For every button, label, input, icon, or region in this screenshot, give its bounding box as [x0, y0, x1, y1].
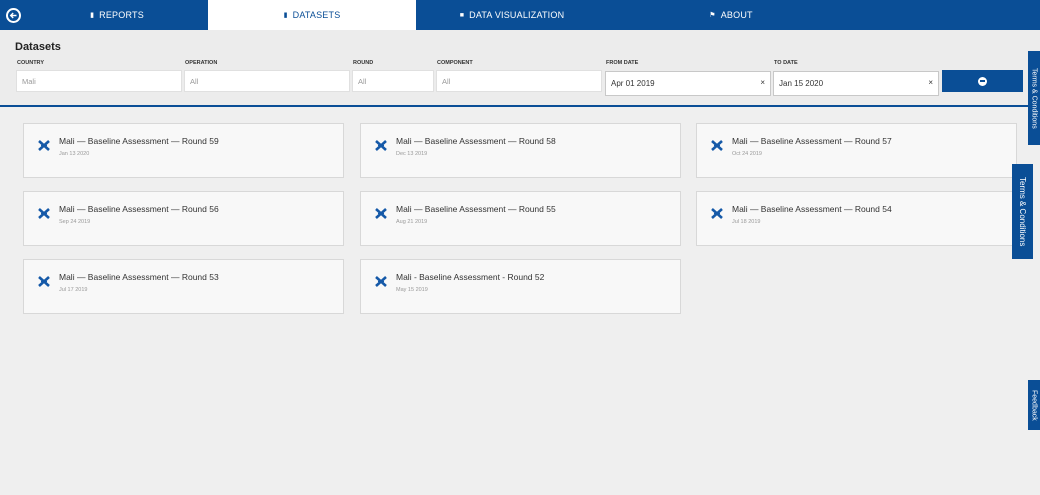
tab-about[interactable]: ⚑ ABOUT — [608, 0, 854, 30]
dataset-date: Jan 13 2020 — [59, 151, 90, 157]
component-value: All — [442, 76, 451, 86]
dataset-logo-icon — [38, 138, 50, 151]
clear-from-date-icon[interactable]: × — [760, 78, 765, 87]
from-date-value: Apr 01 2019 — [611, 79, 655, 88]
dataset-title: Mali — Baseline Assessment — Round 54 — [732, 204, 892, 214]
dataset-card[interactable]: Mali — Baseline Assessment — Round 54 Jul… — [696, 191, 1017, 246]
dataset-logo-icon — [375, 206, 387, 219]
dataset-date: Dec 13 2019 — [396, 151, 428, 157]
round-value: All — [358, 76, 367, 86]
tab-reports-label: REPORTS — [99, 10, 144, 20]
dataset-logo-icon — [711, 206, 723, 219]
dataset-title: Mali — Baseline Assessment — Round 53 — [59, 272, 219, 282]
document-icon: ▮ — [90, 12, 95, 19]
dataset-logo-icon — [375, 274, 387, 287]
top-nav-bar: ▮ REPORTS ▮ DATASETS ■ DATA VISUALIZATIO… — [0, 0, 1040, 30]
tab-about-label: ABOUT — [720, 10, 753, 20]
to-date-input[interactable]: Jan 15 2020 × — [773, 71, 939, 96]
dataset-card[interactable]: Mali — Baseline Assessment — Round 57 Oct… — [696, 123, 1017, 178]
dataset-card[interactable]: Mali - Baseline Assessment - Round 52 May… — [360, 259, 681, 314]
dataset-date: Oct 24 2019 — [732, 151, 762, 157]
dataset-date: Aug 21 2019 — [396, 219, 428, 225]
country-label: COUNTRY — [17, 60, 44, 66]
round-select[interactable]: All — [352, 70, 434, 92]
component-select[interactable]: All — [436, 70, 602, 92]
country-value: Mali — [22, 76, 36, 86]
clear-to-date-icon[interactable]: × — [928, 78, 933, 87]
terms-conditions-tab[interactable]: Terms & Conditions — [1012, 164, 1033, 259]
tab-data-visualization[interactable]: ■ DATA VISUALIZATION — [416, 0, 608, 30]
dataset-card[interactable]: Mali — Baseline Assessment — Round 59 Jan… — [23, 123, 344, 178]
dataset-logo-icon — [38, 206, 50, 219]
dataset-card[interactable]: Mali — Baseline Assessment — Round 55 Aug… — [360, 191, 681, 246]
dataset-title: Mali — Baseline Assessment — Round 59 — [59, 136, 219, 146]
from-date-label: FROM DATE — [606, 60, 639, 66]
document-icon: ▮ — [283, 12, 288, 19]
operation-label: OPERATION — [185, 60, 218, 66]
arrow-left-icon — [5, 7, 21, 23]
operation-select[interactable]: All — [184, 70, 350, 92]
dataset-title: Mali — Baseline Assessment — Round 58 — [396, 136, 556, 146]
dataset-date: Sep 24 2019 — [59, 219, 91, 225]
tab-reports[interactable]: ▮ REPORTS — [26, 0, 208, 30]
dataset-title: Mali — Baseline Assessment — Round 55 — [396, 204, 556, 214]
dataset-logo-icon — [375, 138, 387, 151]
feedback-tab[interactable]: Feedback — [1028, 380, 1040, 430]
from-date-input[interactable]: Apr 01 2019 × — [605, 71, 771, 96]
apply-filter-button[interactable] — [942, 70, 1023, 92]
tab-data-visualization-label: DATA VISUALIZATION — [469, 10, 565, 20]
terms-conditions-top-label: Terms & Conditions — [1030, 67, 1038, 129]
dataset-card[interactable]: Mali — Baseline Assessment — Round 58 Dec… — [360, 123, 681, 178]
tab-datasets-label: DATASETS — [292, 10, 341, 20]
filter-bar: Datasets COUNTRY Mali OPERATION All ROUN… — [0, 30, 1040, 107]
minus-circle-icon — [978, 76, 987, 86]
terms-conditions-tab-top[interactable]: Terms & Conditions — [1028, 51, 1040, 145]
dataset-card[interactable]: Mali — Baseline Assessment — Round 53 Jul… — [23, 259, 344, 314]
chat-icon: ■ — [459, 11, 465, 19]
dataset-card[interactable]: Mali — Baseline Assessment — Round 56 Sep… — [23, 191, 344, 246]
to-date-label: TO DATE — [774, 60, 798, 66]
feedback-label: Feedback — [1030, 389, 1038, 421]
to-date-value: Jan 15 2020 — [779, 79, 824, 88]
round-label: ROUND — [353, 60, 374, 66]
terms-conditions-label: Terms & Conditions — [1018, 176, 1027, 247]
dataset-title: Mali — Baseline Assessment — Round 57 — [732, 136, 892, 146]
flag-icon: ⚑ — [709, 12, 716, 19]
dataset-date: May 15 2019 — [396, 287, 428, 293]
dataset-logo-icon — [711, 138, 723, 151]
operation-value: All — [190, 76, 199, 86]
component-label: COMPONENT — [437, 60, 473, 66]
tab-datasets[interactable]: ▮ DATASETS — [208, 0, 416, 30]
country-select[interactable]: Mali — [16, 70, 182, 92]
dataset-title: Mali - Baseline Assessment - Round 52 — [396, 272, 545, 282]
dataset-date: Jul 17 2019 — [59, 287, 88, 293]
back-button[interactable] — [0, 0, 26, 30]
page-title: Datasets — [15, 41, 61, 53]
dataset-title: Mali — Baseline Assessment — Round 56 — [59, 204, 219, 214]
dataset-logo-icon — [38, 274, 50, 287]
dataset-date: Jul 18 2019 — [732, 219, 761, 225]
